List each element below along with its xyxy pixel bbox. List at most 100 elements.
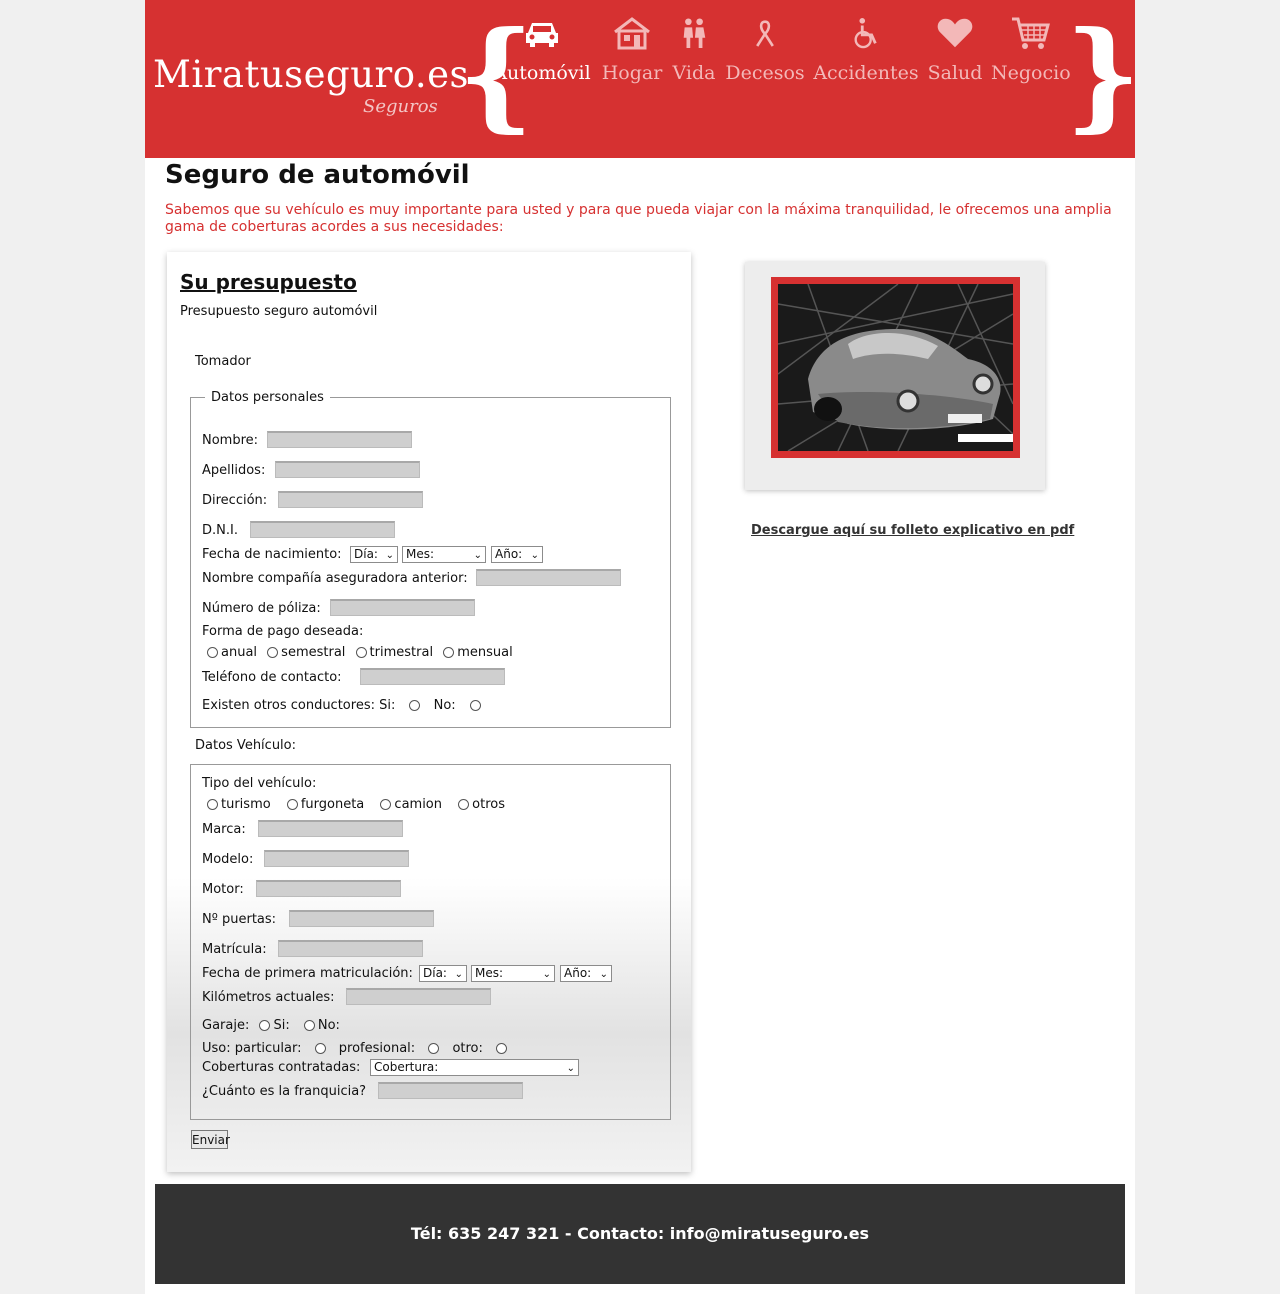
birth-year-select[interactable]: Año: ⌄ bbox=[491, 546, 543, 563]
pago-mensual-radio[interactable] bbox=[443, 647, 455, 658]
nav-label-salud: Salud bbox=[927, 62, 983, 84]
franquicia-input[interactable] bbox=[378, 1082, 523, 1099]
compania-input[interactable] bbox=[476, 569, 621, 586]
apellidos-input[interactable] bbox=[275, 461, 420, 478]
matric-month-value: Mes: bbox=[475, 966, 504, 980]
nav-label-accidentes: Accidentes bbox=[813, 62, 919, 84]
tomador-label: Tomador bbox=[195, 354, 251, 369]
nav-label-hogar: Hogar bbox=[601, 62, 663, 84]
page-title: Seguro de automóvil bbox=[165, 160, 470, 190]
matric-year-select[interactable]: Año: ⌄ bbox=[560, 965, 612, 982]
uso-particular-label: Uso: particular: bbox=[202, 1041, 302, 1056]
uso-particular-radio[interactable] bbox=[314, 1043, 326, 1054]
car-photo-image bbox=[778, 284, 1013, 451]
nav-item-hogar[interactable]: Hogar bbox=[601, 14, 663, 84]
matric-year-value: Año: bbox=[564, 966, 592, 980]
birth-day-value: Día: bbox=[354, 547, 378, 561]
km-label: Kilómetros actuales: bbox=[202, 990, 335, 1005]
nav-item-salud[interactable]: Salud bbox=[927, 14, 983, 84]
form-subheading: Presupuesto seguro automóvil bbox=[180, 304, 378, 319]
brand-logo[interactable]: Miratuseguro.es bbox=[153, 53, 469, 96]
pago-semestral-radio[interactable] bbox=[267, 647, 279, 658]
submit-button[interactable]: Enviar bbox=[191, 1130, 230, 1149]
birth-month-select[interactable]: Mes: ⌄ bbox=[402, 546, 486, 563]
otros-conductores-row: Existen otros conductores: Si: No: bbox=[202, 698, 484, 713]
matricula-input[interactable] bbox=[278, 940, 423, 957]
pago-trimestral-label: trimestral bbox=[369, 645, 434, 660]
nombre-input[interactable] bbox=[267, 431, 412, 448]
tipo-camion-label: camion bbox=[394, 797, 443, 812]
site-footer: Tél: 635 247 321 - Contacto: info@miratu… bbox=[155, 1184, 1125, 1284]
tipo-furgoneta-radio[interactable] bbox=[286, 799, 298, 810]
modelo-input[interactable] bbox=[264, 850, 409, 867]
matricula-label: Matrícula: bbox=[202, 942, 267, 957]
tipo-otros-label: otros bbox=[472, 797, 505, 812]
ribbon-icon bbox=[756, 20, 774, 47]
motor-input[interactable] bbox=[256, 880, 401, 897]
pago-trimestral-radio[interactable] bbox=[355, 647, 367, 658]
matric-day-value: Día: bbox=[423, 966, 447, 980]
nav-label-decesos: Decesos bbox=[725, 62, 805, 84]
birth-month-value: Mes: bbox=[406, 547, 435, 561]
birth-day-select[interactable]: Día: ⌄ bbox=[350, 546, 398, 563]
nav-item-decesos[interactable]: Decesos bbox=[725, 14, 805, 84]
conductores-no-radio[interactable] bbox=[469, 700, 481, 711]
garaje-si-radio[interactable] bbox=[259, 1020, 271, 1031]
nav-item-automovil[interactable]: Automóvil bbox=[491, 14, 593, 84]
otros-conductores-label: Existen otros conductores: Si: bbox=[202, 698, 396, 713]
puertas-label: Nº puertas: bbox=[202, 912, 277, 927]
conductores-si-radio[interactable] bbox=[409, 700, 421, 711]
pdf-brochure-link[interactable]: Descargue aquí su folleto explicativo en… bbox=[751, 523, 1074, 538]
tipo-vehiculo-options: turismo furgoneta camion otros bbox=[207, 797, 505, 812]
tipo-turismo-label: turismo bbox=[221, 797, 271, 812]
garaje-no-radio[interactable] bbox=[303, 1020, 315, 1031]
uso-profesional-radio[interactable] bbox=[428, 1043, 440, 1054]
forma-pago-label: Forma de pago deseada: bbox=[202, 624, 364, 639]
tipo-turismo-radio[interactable] bbox=[207, 799, 218, 810]
matric-day-select[interactable]: Día: ⌄ bbox=[419, 965, 467, 982]
uso-otro-radio[interactable] bbox=[496, 1043, 508, 1054]
chevron-down-icon: ⌄ bbox=[566, 1063, 575, 1074]
wheelchair-icon bbox=[854, 18, 877, 49]
dni-input[interactable] bbox=[250, 521, 395, 538]
garaje-label: Garaje: bbox=[202, 1018, 250, 1033]
puertas-input[interactable] bbox=[289, 910, 434, 927]
nav-item-negocio[interactable]: Negocio bbox=[991, 14, 1071, 84]
direccion-label: Dirección: bbox=[202, 493, 268, 508]
fecha-matriculacion-label: Fecha de primera matriculación: bbox=[202, 966, 413, 981]
garaje-no-label: No: bbox=[317, 1018, 340, 1033]
poliza-input[interactable] bbox=[330, 599, 475, 616]
compania-label: Nombre compañía aseguradora anterior: bbox=[202, 571, 468, 586]
coberturas-select[interactable]: Cobertura: ⌄ bbox=[370, 1059, 579, 1076]
telefono-label: Teléfono de contacto: bbox=[202, 670, 342, 685]
heart-icon bbox=[937, 18, 973, 48]
tipo-camion-radio[interactable] bbox=[380, 799, 392, 810]
chevron-down-icon: ⌄ bbox=[385, 550, 394, 561]
nav-item-vida[interactable]: Vida bbox=[671, 14, 717, 84]
car-photo bbox=[771, 277, 1020, 458]
dni-label: D.N.I. bbox=[202, 523, 238, 538]
brand-subtitle: Seguros bbox=[363, 96, 438, 117]
pago-anual-label: anual bbox=[221, 645, 258, 660]
direccion-input[interactable] bbox=[278, 491, 423, 508]
nav-item-accidentes[interactable]: Accidentes bbox=[813, 14, 919, 84]
pago-options: anual semestral trimestral mensual bbox=[207, 645, 513, 660]
coberturas-label: Coberturas contratadas: bbox=[202, 1060, 361, 1075]
franquicia-label: ¿Cuánto es la franquicia? bbox=[202, 1084, 367, 1099]
pago-semestral-label: semestral bbox=[281, 645, 346, 660]
photo-frame bbox=[745, 262, 1045, 490]
modelo-label: Modelo: bbox=[202, 852, 254, 867]
fecha-nacimiento-label: Fecha de nacimiento: bbox=[202, 547, 342, 562]
marca-input[interactable] bbox=[258, 820, 403, 837]
pago-anual-radio[interactable] bbox=[207, 647, 218, 658]
intro-text: Sabemos que su vehículo es muy important… bbox=[165, 202, 1112, 235]
telefono-input[interactable] bbox=[360, 668, 505, 685]
tipo-otros-radio[interactable] bbox=[458, 799, 470, 810]
form-heading: Su presupuesto bbox=[180, 270, 357, 294]
chevron-down-icon: ⌄ bbox=[530, 550, 539, 561]
matric-month-select[interactable]: Mes: ⌄ bbox=[471, 965, 555, 982]
uso-profesional-label: profesional: bbox=[338, 1041, 416, 1056]
coberturas-value: Cobertura: bbox=[374, 1060, 439, 1074]
km-input[interactable] bbox=[346, 988, 491, 1005]
conductores-no-label: No: bbox=[433, 698, 456, 713]
